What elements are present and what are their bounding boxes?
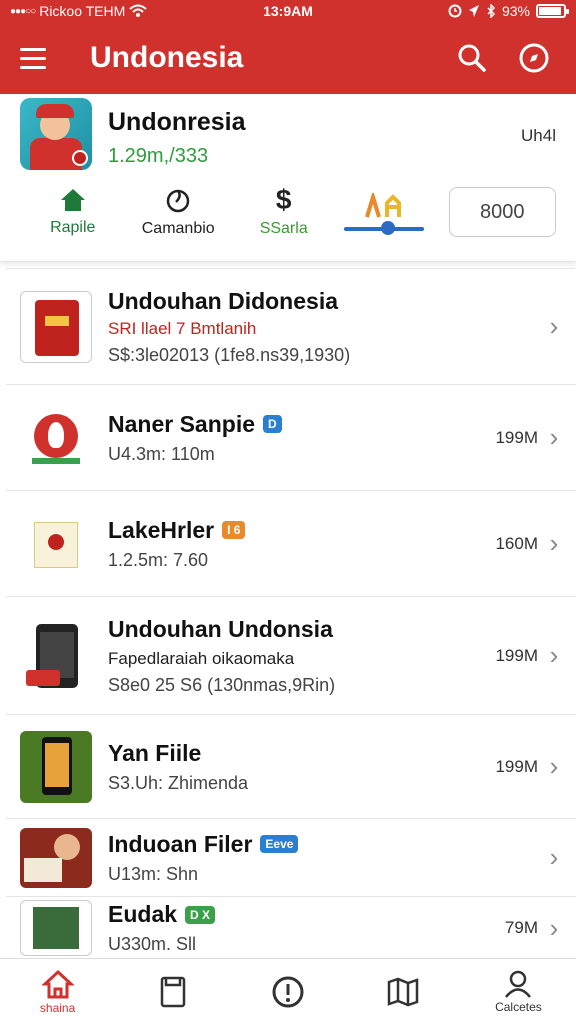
item-thumbnail bbox=[20, 401, 92, 474]
item-subtitle: S$:3le02013 (1fe8.ns39,1930) bbox=[108, 344, 351, 365]
item-title: Undouhan Undonsia bbox=[108, 615, 333, 642]
item-subtitle: U13m: Shn bbox=[108, 863, 199, 884]
item-subtitle-accent: SRI llael 7 Bmtlanih bbox=[108, 318, 257, 338]
item-tag: I 6 bbox=[222, 521, 246, 539]
list-item[interactable]: Undouhan Didonesia SRI llael 7 Bmtlanih … bbox=[6, 269, 576, 385]
nav-home[interactable]: shaina bbox=[0, 959, 115, 1024]
amount-field[interactable]: 8000 bbox=[448, 187, 556, 237]
chevron-right-icon: › bbox=[549, 311, 559, 341]
chevron-right-icon: › bbox=[549, 912, 559, 943]
list-item[interactable]: Yan Fiile S3.Uh: Zhimenda 199M › bbox=[6, 715, 576, 819]
quick-action-label: Camanbio bbox=[141, 220, 215, 237]
profile-icon bbox=[505, 970, 532, 998]
item-title: Eudak bbox=[108, 901, 178, 927]
item-tag: D bbox=[263, 415, 282, 433]
battery-icon bbox=[536, 4, 569, 18]
bottom-nav: shaina Calcetes bbox=[0, 958, 576, 1024]
item-title: Undouhan Didonesia bbox=[108, 287, 338, 314]
quick-action-label: Rapile bbox=[50, 219, 96, 236]
chevron-right-icon: › bbox=[549, 528, 559, 558]
alarm-icon bbox=[448, 4, 462, 18]
item-size: 199M bbox=[495, 645, 538, 665]
search-button[interactable] bbox=[450, 36, 494, 80]
item-size: 160M bbox=[495, 533, 538, 553]
item-title: Induoan Filer bbox=[108, 830, 253, 857]
dollar-icon: $ bbox=[275, 184, 292, 215]
nav-profile[interactable]: Calcetes bbox=[461, 959, 576, 1024]
nav-label: shaina bbox=[39, 1000, 76, 1015]
nav-map[interactable] bbox=[346, 959, 461, 1024]
item-thumbnail bbox=[20, 900, 92, 956]
item-size: 79M bbox=[504, 918, 538, 937]
map-icon bbox=[387, 977, 419, 1006]
header-right-label: Uh4l bbox=[521, 126, 556, 145]
compass-button[interactable] bbox=[512, 36, 556, 80]
item-subtitle: S8e0 25 S6 (130nmas,9Rin) bbox=[108, 674, 336, 695]
info-icon bbox=[272, 976, 304, 1007]
quick-action-label: SSarla bbox=[259, 220, 308, 237]
app-logo-icon bbox=[20, 98, 92, 170]
item-tag: D X bbox=[185, 905, 216, 924]
bluetooth-icon bbox=[487, 4, 496, 18]
signal-icon: ●●●○○ bbox=[10, 5, 36, 17]
home-icon bbox=[41, 969, 74, 998]
item-subtitle: U330m. Sll bbox=[108, 934, 197, 954]
battery-fill bbox=[539, 7, 562, 15]
status-bar: ●●●○○ Rickoo TEHM 13:9AM 93% bbox=[0, 0, 576, 22]
slider-track[interactable] bbox=[344, 221, 425, 235]
app-name: Undonresia bbox=[108, 108, 246, 136]
status-time: 13:9AM bbox=[263, 3, 313, 19]
item-subtitle: U4.3m: 110m bbox=[108, 443, 215, 464]
slider-knob[interactable] bbox=[381, 221, 396, 235]
chevron-right-icon: › bbox=[549, 640, 559, 670]
quick-action-leaf[interactable]: Camanbio bbox=[125, 186, 230, 238]
app-header-card: Undonresia 1.29m,/333 Uh4l Rapile Camanb… bbox=[0, 94, 576, 262]
item-title: LakeHrler bbox=[108, 516, 215, 543]
list-item[interactable]: Undouhan Undonsia Fapedlaraiah oikaomaka… bbox=[6, 597, 576, 715]
item-size: 199M bbox=[495, 756, 538, 776]
item-subtitle: S3.Uh: Zhimenda bbox=[108, 772, 249, 793]
file-list: Undouhan Didonesia SRI llael 7 Bmtlanih … bbox=[6, 268, 576, 958]
location-icon bbox=[468, 5, 479, 17]
list-item[interactable]: Eudak D X U330m. Sll 79M › bbox=[6, 897, 576, 958]
quick-slider[interactable] bbox=[338, 193, 430, 235]
page-title: Undonesia bbox=[90, 41, 244, 74]
wifi-icon bbox=[129, 4, 147, 17]
document-icon bbox=[160, 976, 186, 1007]
item-subtitle: 1.2.5m: 7.60 bbox=[108, 549, 209, 570]
list-item[interactable]: Induoan Filer Eeve U13m: Shn › bbox=[6, 819, 576, 897]
item-description: Fapedlaraiah oikaomaka bbox=[108, 648, 295, 668]
item-thumbnail bbox=[20, 507, 92, 580]
leaf-icon bbox=[166, 189, 190, 213]
item-thumbnail bbox=[20, 827, 92, 888]
quick-action-home[interactable]: Rapile bbox=[20, 187, 125, 237]
nav-info[interactable] bbox=[230, 959, 345, 1024]
item-thumbnail bbox=[20, 619, 92, 692]
item-tag: Eeve bbox=[260, 835, 299, 853]
quick-action-dollar[interactable]: $ SSarla bbox=[231, 186, 336, 238]
item-title: Naner Sanpie bbox=[108, 410, 255, 437]
menu-icon[interactable] bbox=[20, 40, 56, 76]
search-icon bbox=[458, 44, 486, 72]
carrier-label: Rickoo TEHM bbox=[39, 3, 126, 19]
chevron-right-icon: › bbox=[549, 422, 559, 452]
item-thumbnail bbox=[20, 290, 92, 363]
item-title: Yan Fiile bbox=[108, 739, 202, 766]
list-item[interactable]: LakeHrler I 6 1.2.5m: 7.60 160M › bbox=[6, 491, 576, 597]
item-size: 199M bbox=[495, 427, 538, 447]
chevron-right-icon: › bbox=[549, 751, 559, 781]
chevron-right-icon: › bbox=[549, 842, 559, 872]
people-icon bbox=[365, 193, 402, 218]
compass-icon bbox=[519, 43, 549, 73]
list-item[interactable]: Naner Sanpie D U4.3m: 110m 199M › bbox=[6, 385, 576, 491]
home-icon bbox=[60, 189, 85, 211]
nav-documents[interactable] bbox=[115, 959, 230, 1024]
item-thumbnail bbox=[20, 730, 92, 803]
nav-label: Calcetes bbox=[495, 999, 542, 1014]
battery-percent: 93% bbox=[501, 3, 530, 19]
app-bar: Undonesia bbox=[0, 22, 576, 94]
app-stats: 1.29m,/333 bbox=[108, 145, 209, 167]
